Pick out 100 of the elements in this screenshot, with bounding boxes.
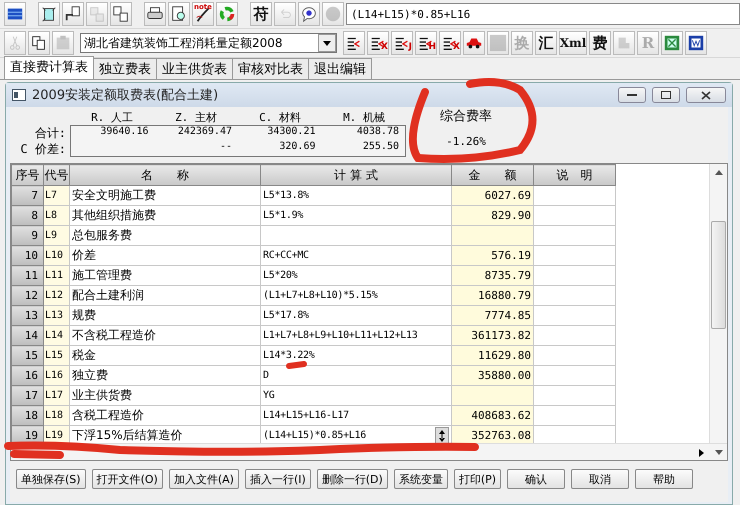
table-cell: 税金	[70, 346, 260, 366]
table-cell: L11	[44, 266, 70, 286]
table-cell: L7	[44, 186, 70, 206]
table-cell: 16880.79	[452, 286, 534, 306]
table-cell: L5*13.8%	[260, 186, 452, 206]
column-header: 说 明	[534, 164, 616, 186]
table-cell: 35880.00	[452, 366, 534, 386]
total-value: 320.69	[278, 141, 316, 154]
table-cell: L16	[44, 366, 70, 386]
toolbar-button[interactable]	[144, 2, 166, 26]
total-value: --	[218, 141, 233, 154]
row-number[interactable]: 12	[12, 286, 44, 306]
spinner-icon[interactable]	[435, 426, 449, 444]
toolbar-button[interactable]	[38, 2, 60, 26]
row-number[interactable]: 11	[12, 266, 44, 286]
dialog-button[interactable]: 单独保存(S)	[16, 469, 86, 489]
tab[interactable]: 直接费计算表	[4, 56, 94, 79]
total-value: 242369.47	[176, 126, 233, 139]
dialog-button[interactable]: 打印(P)	[454, 469, 502, 489]
toolbar-button[interactable]	[463, 31, 485, 55]
tab[interactable]: 业主供货表	[156, 58, 233, 79]
dialog-button[interactable]: 确认	[507, 469, 566, 489]
toolbar-button[interactable]	[343, 31, 365, 55]
toolbar-button[interactable]: H	[415, 31, 437, 55]
table-cell: 11629.80	[452, 346, 534, 366]
dialog-button[interactable]: 加入文件(A)	[168, 469, 239, 489]
table-cell: 价差	[70, 246, 260, 266]
dialog-button[interactable]: 打开文件(O)	[92, 469, 163, 489]
toolbar-button[interactable]: X	[439, 31, 461, 55]
table-cell: 含税工程造价	[70, 406, 260, 426]
tab[interactable]: 审核对比表	[232, 58, 309, 79]
maximize-icon	[661, 91, 671, 99]
rate-value: -1.26%	[445, 134, 487, 148]
help-icon	[300, 5, 318, 23]
row-number[interactable]: 16	[12, 366, 44, 386]
table-cell: L14*3.22%	[260, 346, 452, 366]
toolbar-button[interactable]	[110, 2, 132, 26]
toolbar-button[interactable]: J	[391, 31, 413, 55]
maximize-button[interactable]	[652, 87, 680, 103]
row-number[interactable]: 17	[12, 386, 44, 406]
toolbar-button[interactable]: 费	[589, 31, 611, 55]
toolbar-button[interactable]	[4, 2, 26, 26]
table-cell: L15	[44, 346, 70, 366]
row-number[interactable]: 9	[12, 226, 44, 246]
dialog-button[interactable]: 取消	[571, 469, 630, 489]
toolbar-button[interactable]: 苻	[250, 2, 272, 26]
table-cell: 7774.85	[452, 306, 534, 326]
minimize-button[interactable]	[618, 87, 646, 103]
ring-icon	[218, 5, 236, 23]
column-header: 名 称	[70, 164, 260, 186]
dialog-button[interactable]: 插入一行(I)	[244, 469, 311, 489]
toolbar-button[interactable]	[168, 2, 190, 26]
table-cell: 576.19	[452, 246, 534, 266]
row-number[interactable]: 8	[12, 206, 44, 226]
dialog-button[interactable]: 删除一行(D)	[316, 469, 388, 489]
dialog-button[interactable]: 系统变量	[394, 469, 448, 489]
row-label: 合计:	[34, 125, 67, 141]
down-arrow-icon	[714, 450, 722, 455]
column-label: R. 人工	[90, 110, 134, 125]
column-label: C. 材料	[258, 110, 302, 125]
table-cell: 安全文明施工费	[70, 186, 260, 206]
row-label: C 价差:	[19, 141, 67, 157]
table-cell: 施工管理费	[70, 266, 260, 286]
quota-dropdown[interactable]: 湖北省建筑装饰工程消耗量定额2008	[80, 33, 337, 53]
table-cell: L12	[44, 286, 70, 306]
close-button[interactable]	[686, 87, 726, 103]
table-cell: 408683.62	[452, 406, 534, 426]
vertical-scrollbar[interactable]	[709, 164, 727, 443]
tab[interactable]: 独立费表	[93, 58, 157, 79]
window-icon	[12, 89, 26, 101]
caret-icon	[323, 40, 331, 46]
toolbar-button[interactable]	[62, 2, 84, 26]
right-arrow-icon	[699, 448, 704, 456]
toolbar-button[interactable]: 汇	[535, 31, 557, 55]
table-cell: L8	[44, 206, 70, 226]
row-number[interactable]: 10	[12, 246, 44, 266]
toolbar-button[interactable]: X	[367, 31, 389, 55]
row-number[interactable]: 7	[12, 186, 44, 206]
row-number[interactable]: 18	[12, 406, 44, 426]
dialog-button[interactable]: 帮助	[635, 469, 694, 489]
table-cell: L9	[44, 226, 70, 246]
toolbar-button[interactable]	[28, 31, 50, 55]
toolbar-button[interactable]	[298, 2, 320, 26]
table-cell: L17	[44, 386, 70, 406]
copy-icon	[30, 34, 48, 52]
tab[interactable]: 退出编辑	[308, 58, 372, 79]
export-icon	[64, 5, 82, 23]
table-cell: L13	[44, 306, 70, 326]
table-cell: 其他组织措施费	[70, 206, 260, 226]
formula-field[interactable]: (L14+L15)*0.85+L16	[346, 3, 740, 25]
document-icon	[687, 34, 705, 52]
row-number[interactable]: 15	[12, 346, 44, 366]
column-header: 金 额	[452, 164, 534, 186]
row-number[interactable]: 13	[12, 306, 44, 326]
column-header: 序号	[12, 164, 44, 186]
toolbar-button[interactable]	[685, 31, 707, 55]
table-cell: 8735.79	[452, 266, 534, 286]
toolbar-button[interactable]: Xml	[559, 31, 587, 55]
row-number[interactable]: 14	[12, 326, 44, 346]
table-cell: L14	[44, 326, 70, 346]
